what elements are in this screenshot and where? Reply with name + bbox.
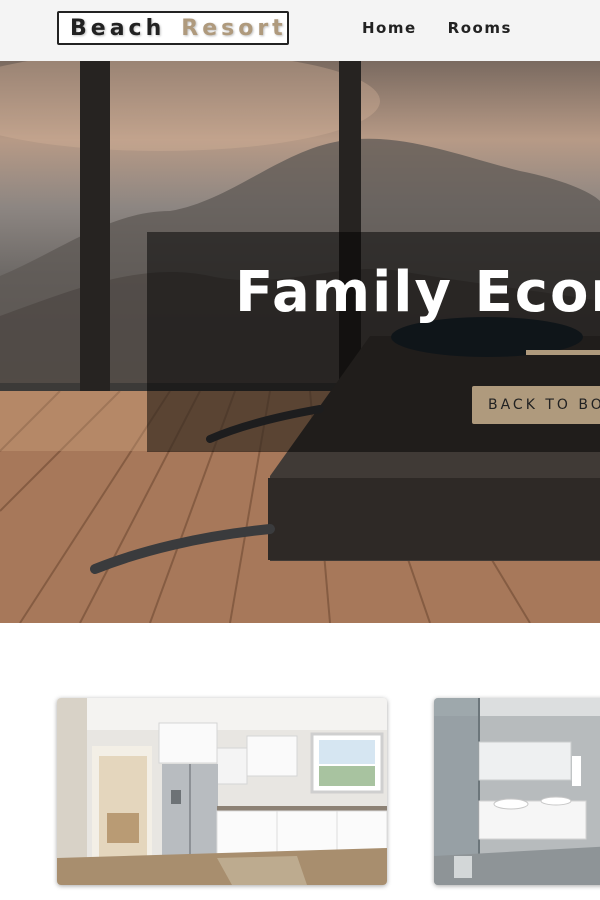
room-card-bathroom[interactable] bbox=[434, 698, 600, 885]
navbar: Beach Resort Home Rooms bbox=[0, 0, 600, 61]
nav-link-rooms[interactable]: Rooms bbox=[448, 19, 512, 37]
back-to-rooms-button[interactable]: BACK TO BO bbox=[472, 386, 600, 424]
hero-section: Family Econ BACK TO BO bbox=[0, 61, 600, 623]
logo-word-beach: Beach bbox=[70, 15, 166, 41]
nav-link-home[interactable]: Home bbox=[362, 19, 417, 37]
room-image-kitchen bbox=[57, 698, 387, 885]
title-underline bbox=[526, 350, 600, 355]
logo[interactable]: Beach Resort bbox=[57, 11, 289, 45]
room-card-kitchen[interactable] bbox=[57, 698, 387, 885]
hero-title: Family Econ bbox=[235, 260, 600, 325]
hero-banner: Family Econ BACK TO BO bbox=[147, 232, 600, 452]
logo-word-resort: Resort bbox=[181, 15, 287, 41]
nav-links: Home Rooms bbox=[362, 19, 512, 37]
rooms-section bbox=[0, 623, 600, 900]
room-image-bathroom bbox=[434, 698, 600, 885]
